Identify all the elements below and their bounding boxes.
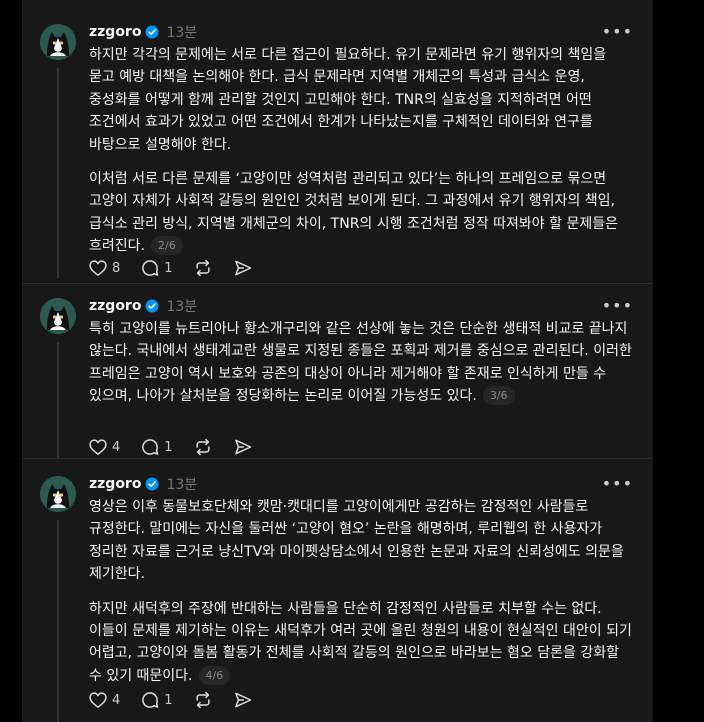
post-body: 영상은 이후 동물보호단체와 캣맘·캣대디를 고양이에게만 공감하는 감정적인 … [89,496,634,687]
more-options-icon[interactable]: ••• [602,22,633,41]
post-header: zzgoro 13분 [89,474,197,494]
post-body: 하지만 각각의 문제에는 서로 다른 접근이 필요하다. 유기 문제라면 유기 … [89,44,634,258]
username[interactable]: zzgoro [89,24,141,40]
right-gutter [653,0,704,722]
thread-post: zzgoro 13분 ••• 하지만 각각의 문제에는 서로 다른 접근이 필요… [22,0,653,284]
repost-icon [195,691,210,709]
cat-avatar-icon [40,298,76,334]
share-button[interactable] [233,690,253,710]
page-indicator: 2/6 [150,236,183,256]
post-body: 특히 고양이를 뉴트리아나 황소개구리와 같은 선상에 놓는 것은 단순한 생태… [89,318,634,408]
thread-connector [57,68,59,278]
thread-post: zzgoro 13분 ••• 영상은 이후 동물보호단체와 캣맘·캣대디를 고양… [22,452,653,722]
send-icon [234,692,251,708]
post-paragraph: 영상은 이후 동물보호단체와 캣맘·캣대디를 고양이에게만 공감하는 감정적인 … [89,499,624,583]
post-header: zzgoro 13분 [89,296,197,316]
verified-badge-icon [145,299,159,313]
thread-panel: zzgoro 13분 ••• 하지만 각각의 문제에는 서로 다른 접근이 필요… [22,0,653,722]
reply-button[interactable]: 1 [140,690,173,710]
avatar[interactable] [40,24,76,60]
page-indicator: 3/6 [482,386,515,406]
heart-icon [89,692,107,708]
more-options-icon[interactable]: ••• [602,296,633,315]
thread-connector [57,342,59,458]
reply-count: 1 [164,692,173,708]
page-indicator: 4/6 [198,665,231,685]
thread-connector [57,520,59,722]
username[interactable]: zzgoro [89,298,141,314]
post-paragraph: 이처럼 서로 다른 문제를 ‘고양이만 성역처럼 관리되고 있다’는 하나의 프… [89,171,618,256]
cat-avatar-icon [40,476,76,512]
post-header: zzgoro 13분 [89,22,197,42]
avatar[interactable] [40,476,76,512]
post-paragraph: 하지만 각각의 문제에는 서로 다른 접근이 필요하다. 유기 문제라면 유기 … [89,47,607,153]
comment-icon [142,692,159,708]
thread-post: zzgoro 13분 ••• 특히 고양이를 뉴트리아나 황소개구리와 같은 선… [22,274,653,459]
verified-badge-icon [145,477,159,491]
cat-avatar-icon [40,24,76,60]
timestamp: 13분 [166,299,198,315]
avatar[interactable] [40,298,76,334]
like-count: 4 [112,692,121,708]
timestamp: 13분 [166,477,198,493]
post-paragraph: 특히 고양이를 뉴트리아나 황소개구리와 같은 선상에 놓는 것은 단순한 생태… [89,321,632,406]
verified-badge-icon [145,25,159,39]
like-button[interactable]: 4 [88,690,120,710]
username[interactable]: zzgoro [89,476,141,492]
post-paragraph: 하지만 새덕후의 주장에 반대하는 사람들을 단순히 감정적인 사람들로 치부할… [89,600,632,685]
repost-button[interactable] [193,690,213,710]
action-bar: 4 1 [88,688,273,712]
left-gutter [0,0,22,722]
timestamp: 13분 [166,25,198,41]
more-options-icon[interactable]: ••• [602,474,633,493]
